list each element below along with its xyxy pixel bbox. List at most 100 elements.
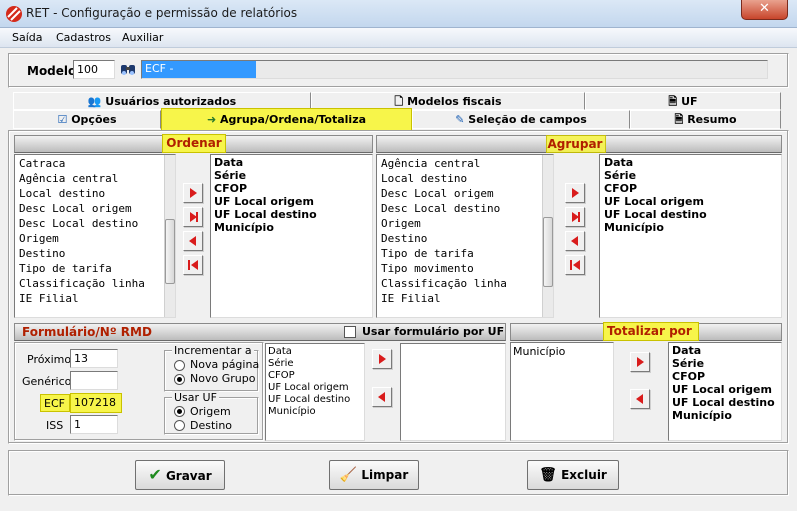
- proximo-input[interactable]: 13: [70, 349, 118, 368]
- list-item[interactable]: UF Local origem: [604, 195, 777, 208]
- menu-auxiliar[interactable]: Auxiliar: [122, 31, 163, 44]
- excluir-button[interactable]: 🗑 Excluir: [527, 460, 619, 490]
- close-button[interactable]: ✕: [741, 0, 788, 20]
- list-item[interactable]: Local destino: [381, 171, 549, 186]
- list-item[interactable]: Classificação linha: [381, 276, 549, 291]
- tab-selecao-de-campos[interactable]: ✎ Seleção de campos: [412, 110, 630, 129]
- agrupar-available-list[interactable]: Agência central Local destino Desc Local o…: [376, 154, 554, 318]
- novo-grupo-radio[interactable]: [174, 374, 185, 385]
- list-item[interactable]: Município: [214, 221, 369, 234]
- formulario-add-button[interactable]: [372, 349, 392, 369]
- list-item[interactable]: Tipo de tarifa: [381, 246, 549, 261]
- arrow-left-icon: [189, 236, 196, 246]
- generico-input[interactable]: [70, 371, 118, 390]
- list-item[interactable]: CFOP: [268, 370, 362, 382]
- ecf-input[interactable]: 107218: [70, 393, 122, 413]
- list-item[interactable]: Agência central: [19, 171, 171, 186]
- list-item[interactable]: UF Local destino: [268, 394, 362, 406]
- nova-pagina-radio[interactable]: [174, 360, 185, 371]
- list-item[interactable]: Desc Local origem: [381, 186, 549, 201]
- ordenar-remove-button[interactable]: [183, 231, 203, 251]
- agrupar-selected-list[interactable]: Data Série CFOP UF Local origem UF Local des…: [599, 154, 782, 318]
- agrupar-remove-all-button[interactable]: [565, 255, 585, 275]
- list-item[interactable]: IE Filial: [19, 291, 171, 306]
- list-item[interactable]: Série: [604, 169, 777, 182]
- arrow-right-icon: [572, 188, 579, 198]
- list-item[interactable]: Município: [604, 221, 777, 234]
- formulario-fields-list[interactable]: Data Série CFOP UF Local origem UF Local des…: [265, 343, 365, 441]
- menu-saida[interactable]: Saída: [12, 31, 43, 44]
- scrollbar-thumb[interactable]: [165, 219, 175, 284]
- list-item[interactable]: Data: [268, 346, 362, 358]
- ordenar-add-button[interactable]: [183, 183, 203, 203]
- formulario-remove-button[interactable]: [372, 387, 392, 407]
- modelo-description-selection[interactable]: ECF -: [142, 61, 256, 78]
- gravar-button[interactable]: ✔ Gravar: [135, 460, 225, 490]
- usar-uf-label: Usar UF: [172, 391, 219, 404]
- list-item[interactable]: UF Local origem: [214, 195, 369, 208]
- ordenar-remove-all-button[interactable]: [183, 255, 203, 275]
- list-item[interactable]: Desc Local destino: [19, 216, 171, 231]
- list-item[interactable]: Origem: [381, 216, 549, 231]
- list-item[interactable]: Origem: [19, 231, 171, 246]
- list-item[interactable]: Município: [513, 345, 611, 358]
- tab-uf[interactable]: 🗎 UF: [585, 92, 781, 110]
- document-icon: 🗎: [668, 95, 678, 108]
- list-item[interactable]: Série: [268, 358, 362, 370]
- arrow-right-icon: [637, 357, 644, 367]
- list-item[interactable]: UF Local destino: [604, 208, 777, 221]
- generico-label: Genérico: [22, 375, 72, 388]
- menu-cadastros[interactable]: Cadastros: [56, 31, 111, 44]
- list-item[interactable]: UF Local origem: [672, 383, 778, 396]
- list-item[interactable]: Desc Local destino: [381, 201, 549, 216]
- list-item[interactable]: Série: [672, 357, 778, 370]
- modelo-input[interactable]: 100: [73, 60, 115, 79]
- totalizar-add-button[interactable]: [630, 352, 650, 372]
- totalizar-remove-button[interactable]: [630, 389, 650, 409]
- list-item[interactable]: CFOP: [672, 370, 778, 383]
- list-item[interactable]: Tipo de tarifa: [19, 261, 171, 276]
- list-item[interactable]: Município: [672, 409, 778, 422]
- list-item[interactable]: Catraca: [19, 156, 171, 171]
- limpar-button[interactable]: 🧹 Limpar: [329, 460, 419, 490]
- usar-formulario-checkbox[interactable]: [344, 326, 356, 338]
- list-item[interactable]: CFOP: [604, 182, 777, 195]
- iss-input[interactable]: 1: [70, 415, 118, 434]
- formulario-selected-list[interactable]: [400, 343, 506, 441]
- tab-agrupa-ordena-totaliza[interactable]: ➜ Agrupa/Ordena/Totaliza: [161, 108, 412, 131]
- agrupar-scrollbar[interactable]: [542, 155, 553, 317]
- totalizar-available-list[interactable]: Município: [510, 342, 614, 441]
- list-item[interactable]: CFOP: [214, 182, 369, 195]
- list-item[interactable]: Data: [604, 156, 777, 169]
- agrupar-add-button[interactable]: [565, 183, 585, 203]
- list-item[interactable]: Classificação linha: [19, 276, 171, 291]
- ordenar-add-all-button[interactable]: [183, 207, 203, 227]
- agrupar-add-all-button[interactable]: [565, 207, 585, 227]
- tab-resumo[interactable]: 🗎 Resumo: [630, 110, 781, 129]
- list-item[interactable]: IE Filial: [381, 291, 549, 306]
- ordenar-available-list[interactable]: Catraca Agência central Local destino Desc …: [14, 154, 176, 318]
- list-item[interactable]: Tipo movimento: [381, 261, 549, 276]
- list-item[interactable]: Município: [268, 406, 362, 418]
- list-item[interactable]: Desc Local origem: [19, 201, 171, 216]
- ordenar-selected-list[interactable]: Data Série CFOP UF Local origem UF Local des…: [210, 154, 373, 318]
- binoculars-icon[interactable]: [118, 60, 138, 79]
- list-item[interactable]: Destino: [381, 231, 549, 246]
- list-item[interactable]: Local destino: [19, 186, 171, 201]
- origem-radio[interactable]: [174, 406, 185, 417]
- list-item[interactable]: UF Local destino: [214, 208, 369, 221]
- list-item[interactable]: UF Local destino: [672, 396, 778, 409]
- list-item[interactable]: Destino: [19, 246, 171, 261]
- scrollbar-thumb[interactable]: [543, 217, 553, 287]
- list-item[interactable]: Agência central: [381, 156, 549, 171]
- list-item[interactable]: Data: [214, 156, 369, 169]
- list-item[interactable]: UF Local origem: [268, 382, 362, 394]
- document-icon: 🗋: [394, 95, 404, 108]
- totalizar-selected-list[interactable]: Data Série CFOP UF Local origem UF Local des…: [668, 342, 782, 441]
- agrupar-remove-button[interactable]: [565, 231, 585, 251]
- list-item[interactable]: Data: [672, 344, 778, 357]
- ordenar-scrollbar[interactable]: [164, 155, 175, 317]
- tab-opcoes[interactable]: ☑ Opções: [13, 110, 161, 129]
- list-item[interactable]: Série: [214, 169, 369, 182]
- destino-radio[interactable]: [174, 420, 185, 431]
